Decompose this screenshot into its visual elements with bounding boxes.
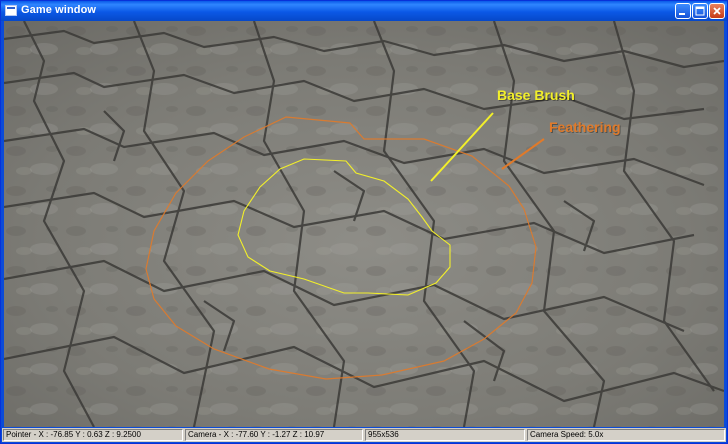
ground-texture — [4, 21, 724, 427]
close-icon — [713, 7, 721, 15]
minimize-button[interactable] — [675, 3, 691, 19]
maximize-icon — [695, 6, 705, 16]
title-bar[interactable]: Game window — [1, 1, 727, 21]
camera-speed-readout: Camera Speed: 5.0x — [527, 429, 725, 441]
3d-viewport[interactable]: Base Brush Feathering — [4, 21, 724, 427]
window-app-icon — [5, 5, 17, 16]
feathering-label: Feathering — [549, 119, 621, 135]
terrain-scene — [4, 21, 724, 427]
pointer-coordinates: Pointer - X : -76.85 Y : 0.63 Z : 9.2500 — [3, 429, 183, 441]
close-button[interactable] — [709, 3, 725, 19]
maximize-button[interactable] — [692, 3, 708, 19]
window-title: Game window — [21, 4, 97, 16]
game-window: Game window Base Brush Feathering Pointe… — [0, 0, 728, 444]
resolution-readout: 955x536 — [365, 429, 525, 441]
minimize-icon — [679, 13, 685, 15]
camera-coordinates: Camera - X : -77.60 Y : -1.27 Z : 10.97 — [185, 429, 363, 441]
status-bar: Pointer - X : -76.85 Y : 0.63 Z : 9.2500… — [2, 428, 726, 442]
base-brush-label: Base Brush — [497, 87, 575, 103]
